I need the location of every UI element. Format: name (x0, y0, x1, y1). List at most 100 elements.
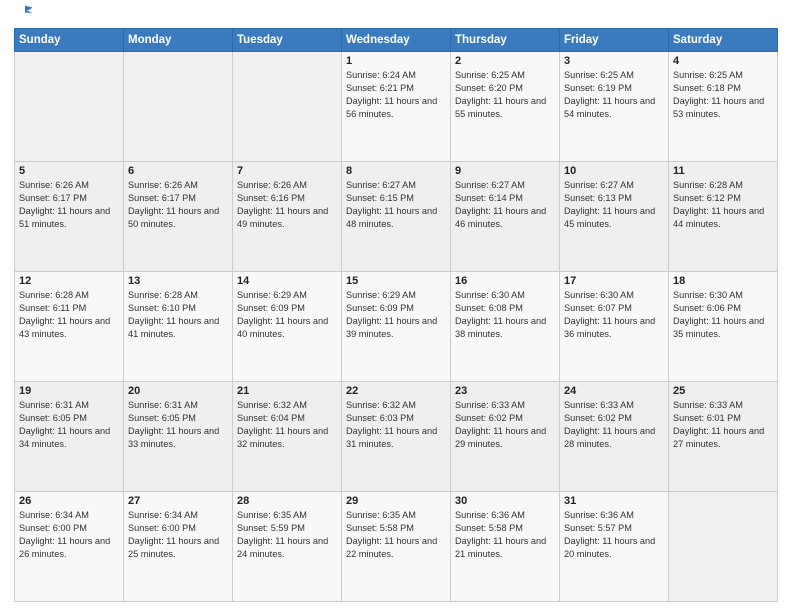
day-number: 1 (346, 55, 446, 67)
day-info: Sunrise: 6:33 AMSunset: 6:01 PMDaylight:… (673, 399, 773, 451)
calendar-cell: 11 Sunrise: 6:28 AMSunset: 6:12 PMDayligh… (669, 162, 778, 272)
day-number: 3 (564, 55, 664, 67)
day-number: 26 (19, 495, 119, 507)
day-info: Sunrise: 6:31 AMSunset: 6:05 PMDaylight:… (128, 399, 228, 451)
day-info: Sunrise: 6:24 AMSunset: 6:21 PMDaylight:… (346, 69, 446, 121)
page: SundayMondayTuesdayWednesdayThursdayFrid… (0, 0, 792, 612)
calendar-cell: 16Sunrise: 6:30 AMSunset: 6:08 PMDayligh… (451, 272, 560, 382)
day-info: Sunrise: 6:29 AMSunset: 6:09 PMDaylight:… (346, 289, 446, 341)
day-number: 18 (673, 275, 773, 287)
day-info: Sunrise: 6:36 AMSunset: 5:57 PMDaylight:… (564, 509, 664, 561)
calendar-cell: 8 Sunrise: 6:27 AMSunset: 6:15 PMDaylight… (342, 162, 451, 272)
day-number: 8 (346, 165, 446, 177)
calendar-cell: 5 Sunrise: 6:26 AMSunset: 6:17 PMDaylight… (15, 162, 124, 272)
day-info: Sunrise: 6:36 AMSunset: 5:58 PMDaylight:… (455, 509, 555, 561)
day-info: Sunrise: 6:27 AMSunset: 6:13 PMDaylight:… (564, 179, 664, 231)
calendar-cell (669, 492, 778, 602)
day-number: 25 (673, 385, 773, 397)
calendar-cell: 14 Sunrise: 6:29 AMSunset: 6:09 PMDayligh… (233, 272, 342, 382)
day-info: Sunrise: 6:27 AMSunset: 6:15 PMDaylight:… (346, 179, 446, 231)
day-number: 11 (673, 165, 773, 177)
day-info: Sunrise: 6:26 AMSunset: 6:17 PMDaylight:… (128, 179, 228, 231)
calendar-cell: 29 Sunrise: 6:35 AMSunset: 5:58 PMDayligh… (342, 492, 451, 602)
calendar-cell: 17 Sunrise: 6:30 AMSunset: 6:07 PMDayligh… (560, 272, 669, 382)
calendar-week-row: 26 Sunrise: 6:34 AMSunset: 6:00 PMDayligh… (15, 492, 778, 602)
day-info: Sunrise: 6:33 AMSunset: 6:02 PMDaylight:… (564, 399, 664, 451)
day-number: 28 (237, 495, 337, 507)
calendar-week-row: 19 Sunrise: 6:31 AMSunset: 6:05 PMDayligh… (15, 382, 778, 492)
weekday-header-sunday: Sunday (15, 29, 124, 52)
calendar-week-row: 5 Sunrise: 6:26 AMSunset: 6:17 PMDaylight… (15, 162, 778, 272)
calendar-cell: 31 Sunrise: 6:36 AMSunset: 5:57 PMDayligh… (560, 492, 669, 602)
calendar-cell: 1 Sunrise: 6:24 AMSunset: 6:21 PMDaylight… (342, 52, 451, 162)
day-info: Sunrise: 6:28 AMSunset: 6:11 PMDaylight:… (19, 289, 119, 341)
logo-bird-icon (16, 4, 34, 22)
day-number: 20 (128, 385, 228, 397)
calendar-cell (15, 52, 124, 162)
day-number: 16 (455, 275, 555, 287)
day-number: 12 (19, 275, 119, 287)
day-info: Sunrise: 6:26 AMSunset: 6:17 PMDaylight:… (19, 179, 119, 231)
day-number: 23 (455, 385, 555, 397)
day-number: 15 (346, 275, 446, 287)
day-number: 13 (128, 275, 228, 287)
calendar-cell: 20 Sunrise: 6:31 AMSunset: 6:05 PMDayligh… (124, 382, 233, 492)
day-info: Sunrise: 6:35 AMSunset: 5:59 PMDaylight:… (237, 509, 337, 561)
calendar-cell: 12 Sunrise: 6:28 AMSunset: 6:11 PMDayligh… (15, 272, 124, 382)
day-info: Sunrise: 6:30 AMSunset: 6:06 PMDaylight:… (673, 289, 773, 341)
calendar-cell: 23Sunrise: 6:33 AMSunset: 6:02 PMDayligh… (451, 382, 560, 492)
day-info: Sunrise: 6:32 AMSunset: 6:03 PMDaylight:… (346, 399, 446, 451)
day-number: 17 (564, 275, 664, 287)
weekday-header-monday: Monday (124, 29, 233, 52)
calendar-cell: 3Sunrise: 6:25 AMSunset: 6:19 PMDaylight… (560, 52, 669, 162)
day-info: Sunrise: 6:25 AMSunset: 6:18 PMDaylight:… (673, 69, 773, 121)
calendar-cell: 18 Sunrise: 6:30 AMSunset: 6:06 PMDayligh… (669, 272, 778, 382)
day-info: Sunrise: 6:32 AMSunset: 6:04 PMDaylight:… (237, 399, 337, 451)
weekday-header-thursday: Thursday (451, 29, 560, 52)
day-number: 29 (346, 495, 446, 507)
calendar-cell: 4 Sunrise: 6:25 AMSunset: 6:18 PMDaylight… (669, 52, 778, 162)
weekday-header-wednesday: Wednesday (342, 29, 451, 52)
calendar-cell: 26Sunrise: 6:34 AMSunset: 6:00 PMDayligh… (15, 492, 124, 602)
day-number: 4 (673, 55, 773, 67)
calendar-cell: 27Sunrise: 6:34 AMSunset: 6:00 PMDayligh… (124, 492, 233, 602)
day-number: 10 (564, 165, 664, 177)
day-info: Sunrise: 6:25 AMSunset: 6:20 PMDaylight:… (455, 69, 555, 121)
calendar-cell: 19 Sunrise: 6:31 AMSunset: 6:05 PMDayligh… (15, 382, 124, 492)
calendar-cell: 25 Sunrise: 6:33 AMSunset: 6:01 PMDayligh… (669, 382, 778, 492)
day-info: Sunrise: 6:26 AMSunset: 6:16 PMDaylight:… (237, 179, 337, 231)
calendar-cell: 28 Sunrise: 6:35 AMSunset: 5:59 PMDayligh… (233, 492, 342, 602)
calendar-cell: 15 Sunrise: 6:29 AMSunset: 6:09 PMDayligh… (342, 272, 451, 382)
day-number: 22 (346, 385, 446, 397)
day-info: Sunrise: 6:31 AMSunset: 6:05 PMDaylight:… (19, 399, 119, 451)
weekday-header-tuesday: Tuesday (233, 29, 342, 52)
calendar-cell: 30 Sunrise: 6:36 AMSunset: 5:58 PMDayligh… (451, 492, 560, 602)
calendar-cell: 10 Sunrise: 6:27 AMSunset: 6:13 PMDayligh… (560, 162, 669, 272)
calendar-cell: 21 Sunrise: 6:32 AMSunset: 6:04 PMDayligh… (233, 382, 342, 492)
calendar-cell: 13 Sunrise: 6:28 AMSunset: 6:10 PMDayligh… (124, 272, 233, 382)
day-info: Sunrise: 6:28 AMSunset: 6:10 PMDaylight:… (128, 289, 228, 341)
calendar-cell (233, 52, 342, 162)
day-info: Sunrise: 6:34 AMSunset: 6:00 PMDaylight:… (128, 509, 228, 561)
day-info: Sunrise: 6:35 AMSunset: 5:58 PMDaylight:… (346, 509, 446, 561)
day-number: 21 (237, 385, 337, 397)
day-number: 14 (237, 275, 337, 287)
day-number: 30 (455, 495, 555, 507)
day-number: 5 (19, 165, 119, 177)
day-info: Sunrise: 6:28 AMSunset: 6:12 PMDaylight:… (673, 179, 773, 231)
calendar-cell: 7Sunrise: 6:26 AMSunset: 6:16 PMDaylight… (233, 162, 342, 272)
weekday-header-friday: Friday (560, 29, 669, 52)
header (14, 10, 778, 22)
calendar-cell (124, 52, 233, 162)
calendar-cell: 2Sunrise: 6:25 AMSunset: 6:20 PMDaylight… (451, 52, 560, 162)
day-info: Sunrise: 6:30 AMSunset: 6:07 PMDaylight:… (564, 289, 664, 341)
day-info: Sunrise: 6:29 AMSunset: 6:09 PMDaylight:… (237, 289, 337, 341)
day-number: 6 (128, 165, 228, 177)
calendar-week-row: 12 Sunrise: 6:28 AMSunset: 6:11 PMDayligh… (15, 272, 778, 382)
calendar-table: SundayMondayTuesdayWednesdayThursdayFrid… (14, 28, 778, 602)
calendar-cell: 9Sunrise: 6:27 AMSunset: 6:14 PMDaylight… (451, 162, 560, 272)
day-number: 31 (564, 495, 664, 507)
day-number: 19 (19, 385, 119, 397)
calendar-cell: 24 Sunrise: 6:33 AMSunset: 6:02 PMDayligh… (560, 382, 669, 492)
day-number: 24 (564, 385, 664, 397)
